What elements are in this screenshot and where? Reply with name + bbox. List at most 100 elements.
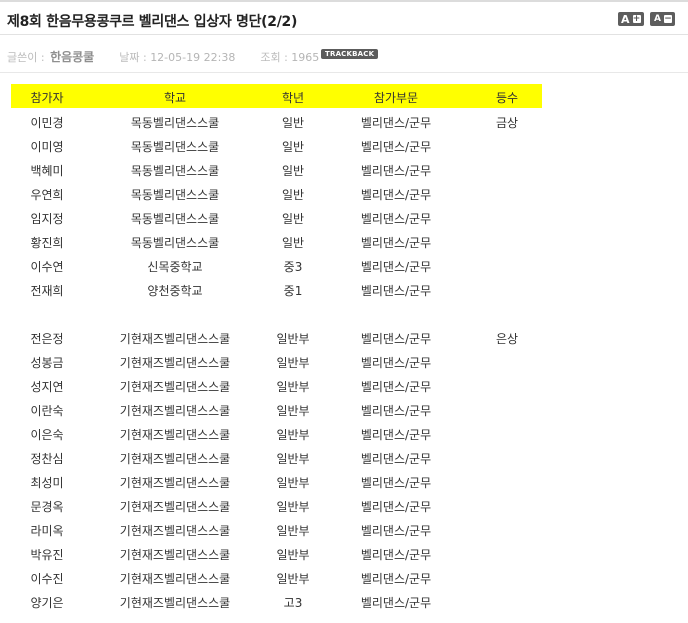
cell-school: 신목중학교 xyxy=(147,260,203,274)
cell-participant: 성지연 xyxy=(30,380,64,394)
cell-school: 기현재즈벨리댄스스쿨 xyxy=(119,572,231,586)
cell-participant: 이수진 xyxy=(30,572,64,586)
view-count: 1965 xyxy=(291,51,320,64)
cell-category: 벨리댄스/군무 xyxy=(360,116,432,130)
cell-rank: 은상 xyxy=(495,332,519,346)
cell-school: 기현재즈벨리댄스스쿨 xyxy=(119,356,231,370)
cell-grade: 일반부 xyxy=(276,332,310,346)
cell-school: 목동벨리댄스스쿨 xyxy=(130,140,220,154)
cell-rank: 금상 xyxy=(495,116,519,130)
cell-category: 벨리댄스/군무 xyxy=(360,500,432,514)
cell-school: 기현재즈벨리댄스스쿨 xyxy=(119,500,231,514)
date-label: 날짜 : xyxy=(119,51,147,64)
cell-grade: 일반부 xyxy=(276,452,310,466)
font-increase-label: A xyxy=(621,12,630,26)
meta-divider xyxy=(0,72,688,73)
cell-grade: 일반 xyxy=(281,212,305,226)
cell-participant: 백혜미 xyxy=(30,164,64,178)
cell-grade: 일반부 xyxy=(276,404,310,418)
cell-participant: 이민경 xyxy=(30,116,64,130)
font-decrease-label: A xyxy=(654,14,661,24)
author-name[interactable]: 한음콩쿨 xyxy=(50,50,94,64)
cell-category: 벨리댄스/군무 xyxy=(360,260,432,274)
cell-category: 벨리댄스/군무 xyxy=(360,212,432,226)
cell-grade: 일반부 xyxy=(276,500,310,514)
cell-participant: 이란숙 xyxy=(30,404,64,418)
cell-category: 벨리댄스/군무 xyxy=(360,452,432,466)
cell-school: 기현재즈벨리댄스스쿨 xyxy=(119,452,231,466)
cell-category: 벨리댄스/군무 xyxy=(360,380,432,394)
cell-category: 벨리댄스/군무 xyxy=(360,596,432,610)
cell-school: 기현재즈벨리댄스스쿨 xyxy=(119,428,231,442)
cell-participant: 전은정 xyxy=(30,332,64,346)
cell-category: 벨리댄스/군무 xyxy=(360,188,432,202)
cell-participant: 임지정 xyxy=(30,212,64,226)
cell-school: 목동벨리댄스스쿨 xyxy=(130,236,220,250)
cell-participant: 성봉금 xyxy=(30,356,64,370)
header-category: 참가부문 xyxy=(373,91,419,105)
cell-grade: 일반부 xyxy=(276,548,310,562)
cell-participant: 우연희 xyxy=(30,188,64,202)
cell-grade: 일반부 xyxy=(276,476,310,490)
cell-participant: 황진희 xyxy=(30,236,64,250)
cell-school: 양천중학교 xyxy=(147,284,203,298)
minus-icon: − xyxy=(663,14,672,24)
cell-participant: 최성미 xyxy=(30,476,64,490)
cell-participant: 이은숙 xyxy=(30,428,64,442)
cell-category: 벨리댄스/군무 xyxy=(360,164,432,178)
table-header-bar xyxy=(11,84,542,108)
cell-school: 목동벨리댄스스쿨 xyxy=(130,212,220,226)
cell-participant: 이수연 xyxy=(30,260,64,274)
cell-category: 벨리댄스/군무 xyxy=(360,236,432,250)
post-date: 12-05-19 22:38 xyxy=(150,51,236,64)
cell-grade: 일반 xyxy=(281,116,305,130)
font-decrease-button[interactable]: A − xyxy=(650,12,675,26)
cell-category: 벨리댄스/군무 xyxy=(360,140,432,154)
cell-school: 목동벨리댄스스쿨 xyxy=(130,188,220,202)
author-label: 글쓴이 : xyxy=(7,51,45,64)
cell-category: 벨리댄스/군무 xyxy=(360,404,432,418)
font-increase-button[interactable]: A + xyxy=(618,12,644,26)
post-meta: 글쓴이 : 한음콩쿨 날짜 : 12-05-19 22:38 조회 : 1965 xyxy=(7,48,319,65)
cell-school: 기현재즈벨리댄스스쿨 xyxy=(119,524,231,538)
cell-category: 벨리댄스/군무 xyxy=(360,548,432,562)
cell-category: 벨리댄스/군무 xyxy=(360,476,432,490)
cell-grade: 일반부 xyxy=(276,356,310,370)
cell-participant: 양기은 xyxy=(30,596,64,610)
cell-grade: 일반 xyxy=(281,164,305,178)
views-label: 조회 : xyxy=(260,51,288,64)
cell-participant: 정찬심 xyxy=(30,452,64,466)
cell-school: 기현재즈벨리댄스스쿨 xyxy=(119,476,231,490)
cell-category: 벨리댄스/군무 xyxy=(360,572,432,586)
title-divider xyxy=(0,34,688,35)
cell-grade: 일반부 xyxy=(276,428,310,442)
post-title: 제8회 한음무용콩쿠르 벨리댄스 입상자 명단(2/2) xyxy=(7,14,298,30)
header-rank: 등수 xyxy=(495,91,519,105)
cell-grade: 일반 xyxy=(281,188,305,202)
cell-school: 기현재즈벨리댄스스쿨 xyxy=(119,380,231,394)
cell-school: 기현재즈벨리댄스스쿨 xyxy=(119,332,231,346)
header-grade: 학년 xyxy=(281,91,305,105)
cell-participant: 라미옥 xyxy=(30,524,64,538)
cell-grade: 일반부 xyxy=(276,572,310,586)
cell-school: 목동벨리댄스스쿨 xyxy=(130,164,220,178)
top-border xyxy=(0,0,688,2)
cell-category: 벨리댄스/군무 xyxy=(360,356,432,370)
cell-school: 기현재즈벨리댄스스쿨 xyxy=(119,404,231,418)
header-school: 학교 xyxy=(163,91,187,105)
cell-grade: 일반부 xyxy=(276,380,310,394)
cell-school: 목동벨리댄스스쿨 xyxy=(130,116,220,130)
cell-participant: 이미영 xyxy=(30,140,64,154)
cell-category: 벨리댄스/군무 xyxy=(360,428,432,442)
cell-category: 벨리댄스/군무 xyxy=(360,332,432,346)
cell-grade: 일반 xyxy=(281,140,305,154)
cell-grade: 중3 xyxy=(283,260,303,274)
cell-participant: 박유진 xyxy=(30,548,64,562)
cell-school: 기현재즈벨리댄스스쿨 xyxy=(119,596,231,610)
trackback-button[interactable]: TRACKBACK xyxy=(321,49,379,59)
plus-icon: + xyxy=(632,14,641,24)
cell-grade: 고3 xyxy=(283,596,303,610)
cell-participant: 전재희 xyxy=(30,284,64,298)
cell-participant: 문경옥 xyxy=(30,500,64,514)
cell-school: 기현재즈벨리댄스스쿨 xyxy=(119,548,231,562)
